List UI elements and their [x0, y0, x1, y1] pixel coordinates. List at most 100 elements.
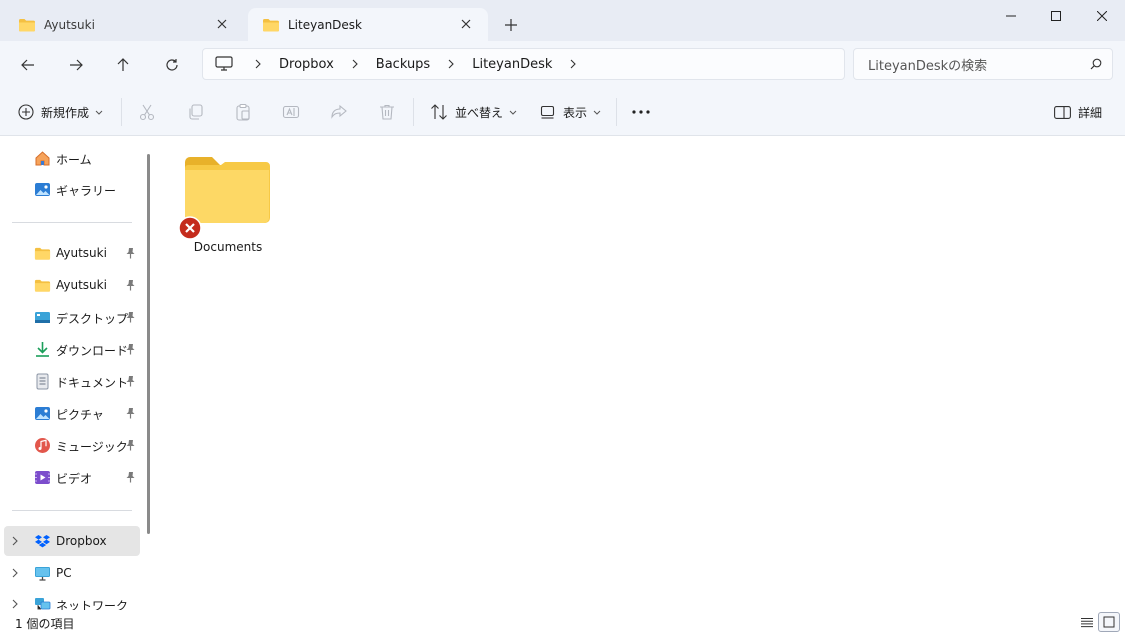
pin-icon[interactable]: [125, 247, 136, 259]
sidebar-item-documents[interactable]: ドキュメント: [0, 366, 145, 396]
sidebar-item-downloads[interactable]: ダウンロード: [0, 334, 145, 364]
pin-icon[interactable]: [125, 407, 136, 419]
sidebar-item-music[interactable]: ミュージック: [0, 430, 145, 460]
sidebar-item-label: Ayutsuki: [56, 278, 107, 292]
sidebar-item-pictures[interactable]: ピクチャ: [0, 398, 145, 428]
minimize-icon: [1006, 11, 1016, 21]
chevron-right-icon[interactable]: [342, 57, 368, 71]
close-icon[interactable]: [458, 16, 474, 32]
copy-button[interactable]: [186, 100, 204, 124]
details-pane-button[interactable]: 詳細: [1054, 100, 1102, 124]
file-list[interactable]: Documents: [160, 136, 1125, 610]
sort-button[interactable]: 並べ替え: [430, 100, 517, 124]
rename-button[interactable]: [282, 100, 300, 124]
chevron-right-icon[interactable]: [12, 536, 18, 546]
dropbox-icon: [34, 533, 51, 550]
view-button[interactable]: 表示: [540, 100, 601, 124]
copy-icon: [186, 103, 204, 121]
folder-icon: [262, 16, 280, 34]
new-tab-button[interactable]: [500, 14, 522, 36]
folder-icon: [184, 156, 270, 224]
pin-icon[interactable]: [125, 279, 136, 291]
plus-icon: [505, 19, 517, 31]
sidebar-item-label: ギャラリー: [56, 184, 117, 198]
sidebar-item-label: ドキュメント: [56, 376, 129, 390]
view-icon: [540, 105, 556, 119]
cut-icon: [138, 103, 156, 121]
cut-button[interactable]: [138, 100, 156, 124]
forward-button[interactable]: [62, 51, 90, 79]
large-icons-view-button[interactable]: [1098, 612, 1120, 632]
toolbar-divider: [413, 98, 414, 126]
sidebar-item-dropbox[interactable]: Dropbox: [4, 526, 140, 556]
chevron-right-icon[interactable]: [12, 568, 18, 578]
new-button[interactable]: 新規作成: [18, 100, 103, 124]
search-placeholder: LiteyanDeskの検索: [868, 58, 988, 74]
sidebar-item-ayutsuki[interactable]: Ayutsuki: [0, 238, 145, 268]
chevron-right-icon[interactable]: [560, 57, 586, 71]
chevron-down-icon: [593, 110, 601, 115]
toolbar-divider: [121, 98, 122, 126]
details-view-button[interactable]: [1076, 612, 1098, 632]
more-button[interactable]: [632, 100, 650, 124]
sidebar-item-ayutsuki[interactable]: Ayutsuki: [0, 270, 145, 300]
close-window-button[interactable]: [1079, 0, 1125, 32]
pin-icon[interactable]: [125, 343, 136, 355]
computer-icon[interactable]: [215, 56, 233, 72]
chevron-right-icon[interactable]: [438, 57, 464, 71]
chevron-right-icon[interactable]: [245, 57, 271, 71]
paste-button[interactable]: [234, 100, 252, 124]
sidebar-item-home[interactable]: ホーム: [0, 143, 145, 173]
sort-icon: [430, 104, 448, 120]
search-icon: [1090, 58, 1102, 70]
address-bar[interactable]: Dropbox Backups LiteyanDesk: [202, 48, 845, 80]
maximize-button[interactable]: [1033, 0, 1079, 32]
breadcrumb-backups[interactable]: Backups: [368, 57, 438, 72]
breadcrumb-liteyandesk[interactable]: LiteyanDesk: [464, 57, 560, 72]
refresh-button[interactable]: [158, 51, 186, 79]
home-icon: [34, 150, 51, 167]
search-input[interactable]: LiteyanDeskの検索: [853, 48, 1113, 80]
pictures-icon: [34, 405, 51, 422]
pin-icon[interactable]: [125, 375, 136, 387]
pin-icon[interactable]: [125, 311, 136, 323]
close-icon[interactable]: [214, 16, 230, 32]
sidebar-item-gallery[interactable]: ギャラリー: [0, 174, 145, 204]
sidebar-item-label: Dropbox: [56, 534, 107, 548]
sidebar-item-label: ピクチャ: [56, 408, 104, 422]
sidebar-item-label: デスクトップ: [56, 312, 129, 326]
sidebar-item-pc[interactable]: PC: [0, 558, 145, 588]
share-button[interactable]: [330, 100, 348, 124]
sidebar-divider: [12, 510, 132, 511]
tab-ayutsuki[interactable]: Ayutsuki: [4, 8, 244, 41]
tile-view-icon: [1103, 616, 1115, 628]
music-icon: [34, 437, 51, 454]
item-count: 1 個の項目: [15, 617, 75, 631]
chevron-right-icon[interactable]: [12, 599, 18, 609]
sidebar-item-label: PC: [56, 566, 72, 580]
more-icon: [632, 110, 650, 114]
navigation-pane: ホーム ギャラリー Ayutsuki Ayutsuki デスクトップ ダウンロー…: [0, 136, 160, 613]
tab-label: LiteyanDesk: [288, 17, 362, 32]
view-label: 表示: [563, 105, 588, 120]
maximize-icon: [1051, 11, 1061, 21]
sidebar-scrollbar[interactable]: [147, 154, 150, 534]
pin-icon[interactable]: [125, 471, 136, 483]
status-bar: 1 個の項目: [0, 610, 1125, 634]
pin-icon[interactable]: [125, 439, 136, 451]
file-name: Documents: [193, 240, 263, 254]
tab-liteyandesk[interactable]: LiteyanDesk: [248, 8, 488, 41]
navigation-bar: Dropbox Backups LiteyanDesk LiteyanDeskの…: [0, 41, 1125, 88]
folder-icon: [34, 245, 51, 262]
file-item-documents[interactable]: Documents: [176, 152, 280, 262]
sidebar-item-videos[interactable]: ビデオ: [0, 462, 145, 492]
paste-icon: [234, 103, 252, 121]
arrow-right-icon: [69, 58, 83, 72]
back-button[interactable]: [14, 51, 42, 79]
minimize-button[interactable]: [988, 0, 1034, 32]
breadcrumb-dropbox[interactable]: Dropbox: [271, 57, 342, 72]
delete-button[interactable]: [378, 100, 396, 124]
sidebar-item-desktop[interactable]: デスクトップ: [0, 302, 145, 332]
chevron-down-icon: [509, 110, 517, 115]
up-button[interactable]: [109, 51, 137, 79]
